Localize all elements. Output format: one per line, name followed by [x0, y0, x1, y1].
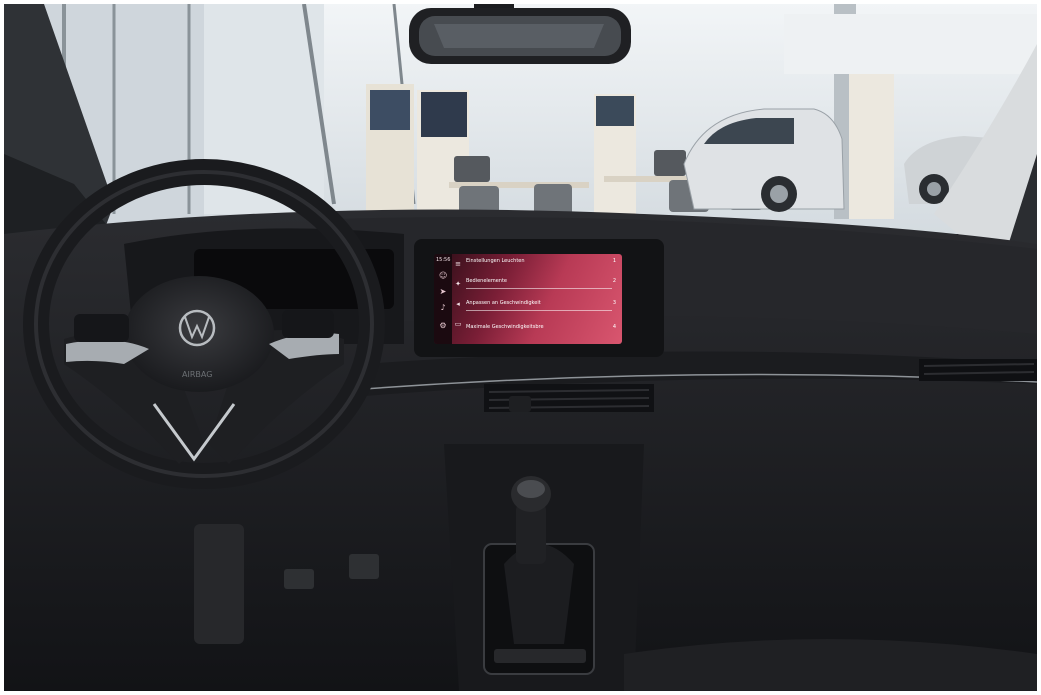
passenger-seat	[624, 639, 1037, 691]
infotainment-screen[interactable]: 15:56 ☺ ➤ ♪ ⚙ ≡ ✦ ◂ ▭ Einstellungen Leuc…	[434, 254, 622, 344]
left-wheel-buttons[interactable]	[74, 314, 129, 342]
center-console	[444, 444, 644, 691]
menu-item-speed-adjust[interactable]: Anpassen an Geschwindigkeit 3	[466, 298, 616, 318]
tab-icon-1[interactable]: ≡	[454, 260, 462, 268]
menu-item-value: 4	[612, 324, 616, 330]
gear-icon[interactable]: ⚙	[439, 322, 447, 330]
menu-divider	[466, 288, 612, 289]
tab-icon-2[interactable]: ✦	[454, 280, 462, 288]
tab-icon-4[interactable]: ▭	[454, 320, 462, 328]
gear-shift-knob[interactable]	[511, 476, 551, 512]
menu-item-controls[interactable]: Bedienelemente 2	[466, 276, 616, 296]
menu-item-max-speed[interactable]: Maximale Geschwindigkeitsbre 4	[466, 322, 616, 342]
right-wheel-buttons[interactable]	[282, 310, 334, 338]
right-air-vent[interactable]	[919, 359, 1037, 381]
menu-item-label: Maximale Geschwindigkeitsbre	[466, 324, 544, 330]
menu-item-label: Anpassen an Geschwindigkeit	[466, 300, 541, 306]
screen-tab-rail: ≡ ✦ ◂ ▭	[454, 254, 462, 344]
menu-item-value: 3	[612, 300, 616, 306]
menu-item-label: Bedienelemente	[466, 278, 508, 284]
screen-clock: 15:56	[436, 257, 451, 263]
airbag-label: AIRBAG	[182, 370, 212, 379]
photo-frame: AIRBAG 15:56 ☺ ➤ ♪ ⚙ ≡ ✦ ◂ ▭ Einstellung…	[4, 4, 1037, 691]
hazard-button[interactable]	[509, 396, 531, 412]
tab-icon-3[interactable]: ◂	[454, 300, 462, 308]
people-icon[interactable]: ☺	[439, 272, 447, 280]
screen-side-rail: 15:56 ☺ ➤ ♪ ⚙	[434, 254, 452, 344]
menu-divider	[466, 310, 612, 311]
car-interior-photo: AIRBAG	[4, 4, 1037, 691]
menu-item-value: 2	[612, 278, 616, 284]
menu-item-label: Einstellungen Leuchten	[466, 258, 525, 264]
volume-icon[interactable]: ♪	[439, 304, 447, 312]
menu-item-lights[interactable]: Einstellungen Leuchten 1	[466, 256, 616, 276]
menu-item-value: 1	[612, 258, 616, 264]
navigation-icon[interactable]: ➤	[439, 288, 447, 296]
rear-view-mirror	[409, 4, 631, 64]
